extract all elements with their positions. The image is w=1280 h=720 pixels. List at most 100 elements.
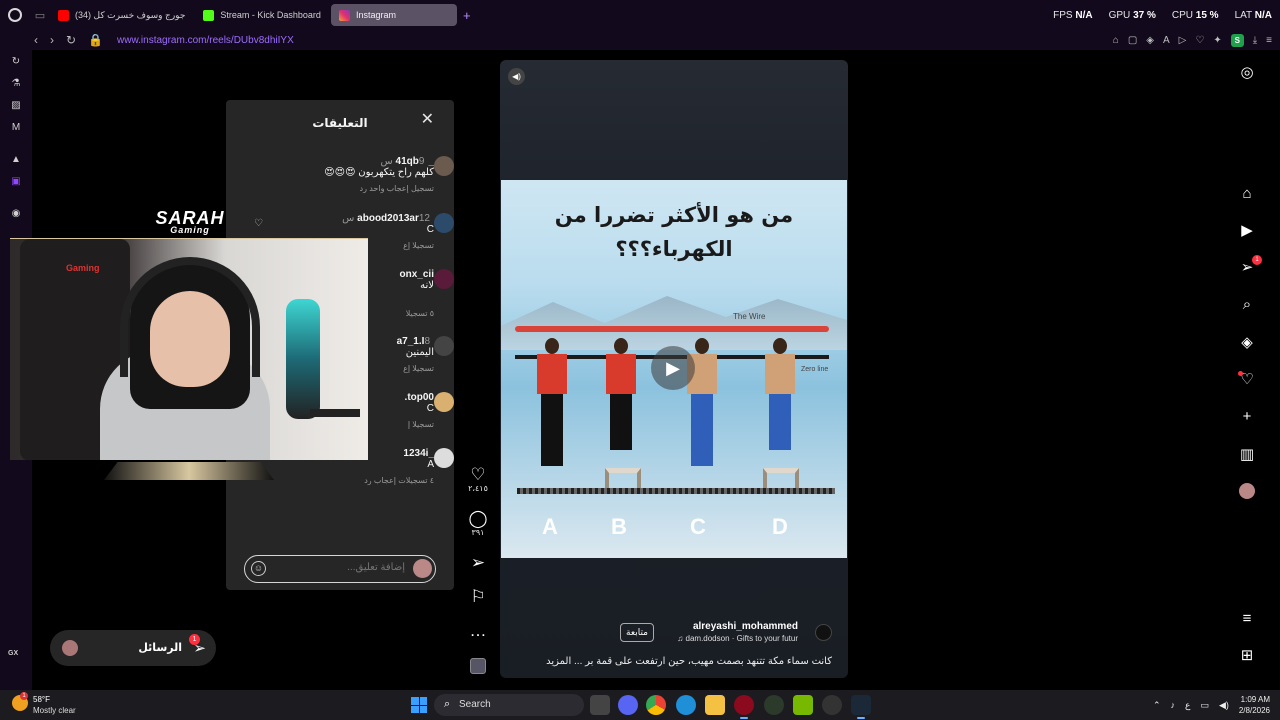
profile-avatar[interactable]	[1239, 483, 1255, 499]
dashboard-icon[interactable]: ▥	[1238, 446, 1256, 464]
twitch-icon[interactable]: ▣	[10, 176, 22, 188]
comment-user[interactable]: _41qb	[396, 156, 434, 167]
play-icon[interactable]: ▶	[651, 346, 695, 390]
share-button[interactable]: ➢	[456, 554, 500, 572]
menu-icon[interactable]: ≡	[1266, 35, 1272, 46]
reel-video[interactable]: ◀) من هو الأكثر تضررا من الكهرباء؟؟؟ The…	[500, 60, 848, 678]
messages-button[interactable]: ➢ 1 الرسائل	[50, 630, 216, 666]
like-button[interactable]: ♡ ٢،٤١٥	[456, 466, 500, 494]
history-icon[interactable]: ↻	[10, 56, 22, 68]
option-a: A	[542, 514, 558, 539]
player-icon[interactable]: ◉	[10, 208, 22, 220]
search-icon[interactable]: ⌕	[1238, 296, 1256, 314]
windows-taskbar: 1 58°F Mostly clear ⌕ Search ⌃ ♪ ع ▭ ◀) …	[0, 690, 1280, 720]
instagram-logo-icon[interactable]: ◎	[1238, 64, 1256, 82]
system-tray: ⌃ ♪ ع ▭ ◀) 1:09 AM 2/8/2026	[1153, 690, 1270, 720]
more-menu-icon[interactable]: ≡	[1238, 610, 1256, 628]
translate-icon[interactable]: A	[1163, 35, 1170, 46]
snapshot-icon[interactable]: ▢	[1128, 35, 1137, 46]
explore-icon[interactable]: ◈	[1238, 334, 1256, 352]
xbox-icon[interactable]	[764, 695, 784, 715]
stool-d	[763, 468, 799, 488]
comment-user[interactable]: _1234i	[403, 448, 434, 459]
audio-thumb[interactable]	[456, 658, 500, 674]
comment-item: _41qb9 س كلهم راح يتكهربون 😍😍😍 تسجيل إعج…	[234, 156, 454, 193]
volume-icon[interactable]: ◀)	[1219, 700, 1229, 711]
zero-label: Zero line	[801, 366, 829, 373]
comment-button[interactable]: ◯ ٣٩١	[456, 510, 500, 538]
emoji-icon[interactable]: ☺	[251, 561, 266, 576]
comment-user[interactable]: abood2013ar	[357, 213, 419, 224]
start-icon[interactable]	[411, 697, 427, 713]
steam-icon[interactable]	[851, 695, 871, 719]
notifications-icon[interactable]: ♡	[1238, 371, 1256, 389]
pin-icon[interactable]: ⌂	[1113, 35, 1119, 46]
tab-instagram[interactable]: Instagram	[330, 4, 457, 26]
commenter-avatar[interactable]	[434, 392, 454, 412]
close-icon[interactable]: ✕	[421, 112, 434, 128]
forward-icon[interactable]: ›	[50, 33, 54, 47]
edge-icon[interactable]	[676, 695, 696, 715]
arc-icon[interactable]: ▲	[10, 154, 22, 166]
commenter-avatar[interactable]	[434, 156, 454, 176]
apps-icon[interactable]: ⊞	[1238, 647, 1256, 665]
commenter-avatar[interactable]	[434, 213, 454, 233]
file-explorer-icon[interactable]	[705, 695, 725, 715]
task-view-icon[interactable]	[590, 695, 610, 715]
temperature: 58°F	[33, 695, 50, 704]
new-tab-button[interactable]: +	[463, 8, 471, 23]
sound-icon[interactable]: ◀)	[508, 68, 525, 85]
author-username[interactable]: alreyashi_mohammed	[693, 621, 798, 632]
opera-gx-logo[interactable]	[0, 0, 30, 30]
reels-icon[interactable]: ▶	[1238, 222, 1256, 240]
nvidia-icon[interactable]	[793, 695, 813, 715]
weather-widget[interactable]: 1 58°F Mostly clear	[12, 692, 102, 717]
home-icon[interactable]: ⌂	[1238, 185, 1256, 203]
extension-icon[interactable]: ⚗	[10, 78, 22, 90]
chevron-up-icon[interactable]: ⌃	[1153, 700, 1161, 711]
download-icon[interactable]: ⤓	[1253, 35, 1257, 46]
create-icon[interactable]: +	[1238, 408, 1256, 426]
tab-menu-icon[interactable]: ▭	[30, 0, 50, 30]
profile-avatar[interactable]: S	[1230, 33, 1244, 47]
settings-icon[interactable]	[822, 695, 842, 715]
comment-input[interactable]	[295, 562, 405, 573]
weather-condition: Mostly clear	[33, 706, 76, 715]
comment-user[interactable]: top00.	[405, 392, 434, 403]
comment-user[interactable]: onx_cii	[400, 269, 434, 280]
extensions-icon[interactable]: ✦	[1213, 35, 1221, 46]
chrome-icon[interactable]	[646, 695, 666, 715]
commenter-avatar[interactable]	[434, 269, 454, 289]
tab-youtube[interactable]: (34) جورج وسوف خسرت كل	[50, 4, 193, 26]
opera-gx-icon[interactable]	[734, 695, 754, 719]
messages-icon[interactable]: ➢ 1	[1238, 255, 1262, 277]
tab-kick[interactable]: Stream - Kick Dashboard	[195, 4, 329, 26]
comment-text: C	[426, 224, 434, 235]
play-icon[interactable]: ▷	[1179, 35, 1187, 46]
author-avatar[interactable]	[815, 624, 832, 641]
taskbar-search[interactable]: ⌕ Search	[434, 694, 584, 716]
save-button[interactable]: ⚐	[456, 588, 500, 606]
more-button[interactable]: …	[456, 622, 500, 640]
reload-icon[interactable]: ↻	[66, 33, 76, 47]
heart-icon[interactable]: ♡	[1195, 35, 1204, 46]
discord-icon[interactable]	[618, 695, 638, 715]
mic-icon[interactable]: ♪	[1171, 700, 1176, 710]
audio-track[interactable]: dam.dodson · Gifts to your futur ♫	[677, 634, 798, 643]
microphone	[286, 299, 320, 419]
comment-user[interactable]: a7_1.I	[397, 336, 425, 347]
language-indicator[interactable]: ع	[1185, 700, 1190, 711]
clock[interactable]: 1:09 AM 2/8/2026	[1239, 694, 1270, 716]
commenter-avatar[interactable]	[434, 336, 454, 356]
comment-meta[interactable]: تسجيل إعجاب واحد رد	[234, 184, 434, 193]
network-icon[interactable]: ▭	[1200, 700, 1209, 711]
mail-icon[interactable]: M	[10, 122, 22, 134]
reel-caption[interactable]: كانت سماء مكة تتنهد بصمت مهيب، حين ارتفع…	[546, 656, 832, 667]
shield-icon[interactable]: ◈	[1146, 35, 1154, 46]
follow-button[interactable]: متابعة	[620, 623, 654, 642]
send-icon: ➢	[470, 553, 486, 572]
url-field[interactable]: www.instagram.com/reels/DUbv8dhiIYX	[117, 35, 294, 46]
commenter-avatar[interactable]	[434, 448, 454, 468]
back-icon[interactable]: ‹	[34, 33, 38, 47]
block-icon[interactable]: ▨	[10, 100, 22, 112]
